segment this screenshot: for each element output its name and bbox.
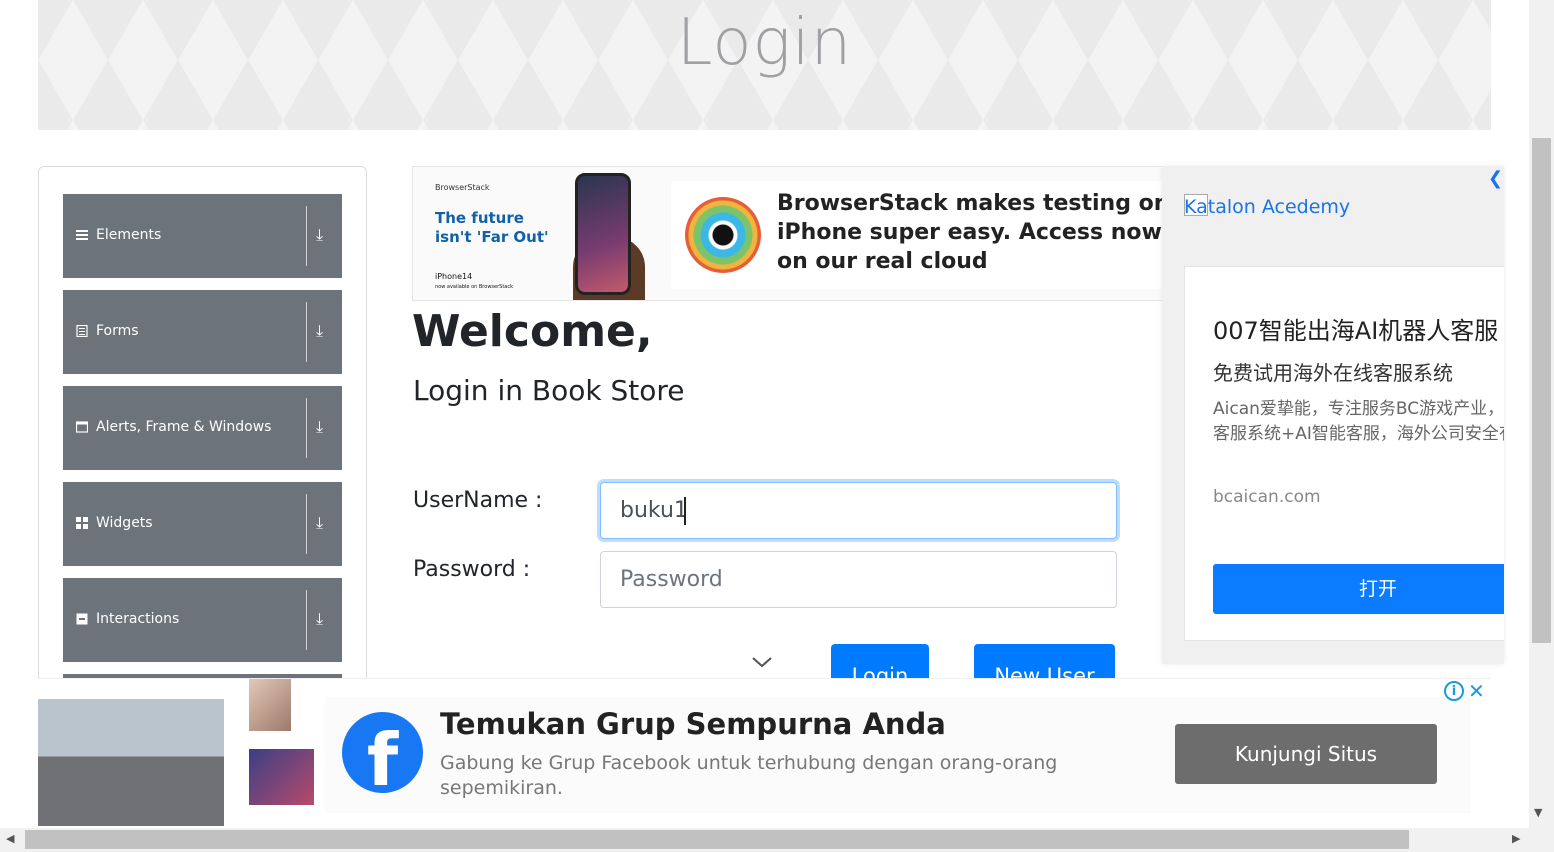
form-icon bbox=[76, 325, 88, 337]
sidebar-group-label: Widgets bbox=[96, 515, 153, 531]
ad-description: Gabung ke Grup Facebook untuk terhubung … bbox=[440, 752, 1058, 799]
expand-icon[interactable]: ⤓ bbox=[316, 321, 323, 341]
divider bbox=[306, 206, 307, 266]
device-label: iPhone14 now available on BrowserStack bbox=[435, 272, 513, 290]
hamburger-icon bbox=[76, 230, 88, 240]
login-subtitle: Login in Book Store bbox=[413, 374, 685, 407]
sidebar-group-label: Forms bbox=[96, 323, 139, 339]
divider bbox=[306, 302, 307, 362]
divider bbox=[306, 398, 307, 458]
sidebar-group-label: Interactions bbox=[96, 611, 180, 627]
ad-headline: BrowserStack makes testing on iPhone sup… bbox=[777, 191, 1164, 274]
username-input[interactable] bbox=[600, 482, 1117, 539]
sidebar-group-label: Alerts, Frame & Windows bbox=[96, 419, 272, 435]
sidebar-group-interactions[interactable]: Interactions ⤓ bbox=[63, 578, 342, 662]
ad-card-subtitle: 免费试用海外在线客服系统 bbox=[1213, 361, 1453, 385]
grid-icon bbox=[76, 517, 88, 529]
ad-card-title: 007智能出海AI机器人客服 bbox=[1213, 317, 1499, 345]
ad-photo-dancers bbox=[38, 699, 224, 826]
ad-card-description: Aican爱挚能，专注服务BC游戏产业，在线客服系统+AI智能客服，海外公司安全… bbox=[1213, 399, 1504, 444]
iphone-image bbox=[575, 173, 631, 295]
ad-title: Temukan Grup Sempurna Anda bbox=[440, 707, 946, 741]
scroll-right-arrow-icon[interactable]: ▶ bbox=[1512, 832, 1520, 845]
ad-tagline: The future isn't 'Far Out' bbox=[435, 209, 549, 246]
welcome-heading: Welcome, bbox=[412, 306, 653, 357]
ad-open-button[interactable]: 打开 bbox=[1213, 564, 1504, 614]
vertical-scroll-thumb[interactable] bbox=[1532, 138, 1551, 643]
ad-info-icon[interactable]: i bbox=[1444, 681, 1464, 701]
sidebar-group-elements[interactable]: Elements ⤓ bbox=[63, 194, 342, 278]
ad-photo-thumbnail bbox=[249, 679, 291, 731]
horizontal-scroll-thumb[interactable] bbox=[25, 830, 1409, 849]
bottom-ad-banner[interactable]: f Temukan Grup Sempurna Anda Gabung ke G… bbox=[38, 678, 1491, 826]
sidebar-group-label: Elements bbox=[96, 227, 162, 243]
sidebar-group-forms[interactable]: Forms ⤓ bbox=[63, 290, 342, 374]
page-title: Login bbox=[676, 6, 853, 80]
divider bbox=[306, 494, 307, 554]
divider bbox=[306, 590, 307, 650]
window-icon bbox=[76, 421, 88, 433]
text-caret bbox=[684, 497, 686, 525]
left-sidebar: Elements ⤓ Forms ⤓ Alerts, Frame & Windo… bbox=[38, 166, 367, 714]
ad-collapse-icon[interactable]: ❮ bbox=[1488, 168, 1503, 189]
ad-photo-thumbnail bbox=[249, 749, 314, 805]
right-ad-panel: ❮ Katalon Acedemy 007智能出海AI机器人客服 免费试用海外在… bbox=[1162, 166, 1504, 664]
expand-icon[interactable]: ⤓ bbox=[316, 225, 323, 245]
expand-icon[interactable]: ⤓ bbox=[316, 417, 323, 437]
ad-card-domain: bcaican.com bbox=[1213, 487, 1321, 507]
chevron-down-icon bbox=[752, 657, 772, 668]
browserstack-brand: BrowserStack bbox=[435, 183, 490, 192]
ad-card[interactable]: 007智能出海AI机器人客服 免费试用海外在线客服系统 Aican爱挚能，专注服… bbox=[1184, 266, 1504, 641]
sidebar-group-widgets[interactable]: Widgets ⤓ bbox=[63, 482, 342, 566]
visit-site-button[interactable]: Kunjungi Situs bbox=[1175, 724, 1437, 784]
ad-close-icon[interactable]: ✕ bbox=[1468, 679, 1485, 703]
sidebar-group-alerts-frame-windows[interactable]: Alerts, Frame & Windows ⤓ bbox=[63, 386, 342, 470]
password-label: Password : bbox=[413, 557, 531, 582]
scroll-down-arrow-icon[interactable]: ▼ bbox=[1534, 806, 1542, 819]
password-input[interactable] bbox=[600, 551, 1117, 608]
interactions-icon bbox=[76, 613, 88, 625]
ad-content[interactable]: f Temukan Grup Sempurna Anda Gabung ke G… bbox=[325, 697, 1471, 813]
username-label: UserName : bbox=[413, 488, 543, 513]
katalon-link[interactable]: Katalon Acedemy bbox=[1184, 196, 1350, 218]
page-header-banner: Login bbox=[38, 0, 1491, 130]
expand-icon[interactable]: ⤓ bbox=[316, 513, 323, 533]
expand-icon[interactable]: ⤓ bbox=[316, 609, 323, 629]
browserstack-logo-icon bbox=[685, 197, 761, 273]
ad-card[interactable]: BrowserStack makes testing on iPhone sup… bbox=[671, 181, 1164, 289]
browserstack-ad-banner[interactable]: BrowserStack The future isn't 'Far Out' … bbox=[412, 166, 1164, 301]
facebook-logo-icon: f bbox=[342, 712, 423, 793]
scroll-left-arrow-icon[interactable]: ◀ bbox=[6, 832, 14, 845]
